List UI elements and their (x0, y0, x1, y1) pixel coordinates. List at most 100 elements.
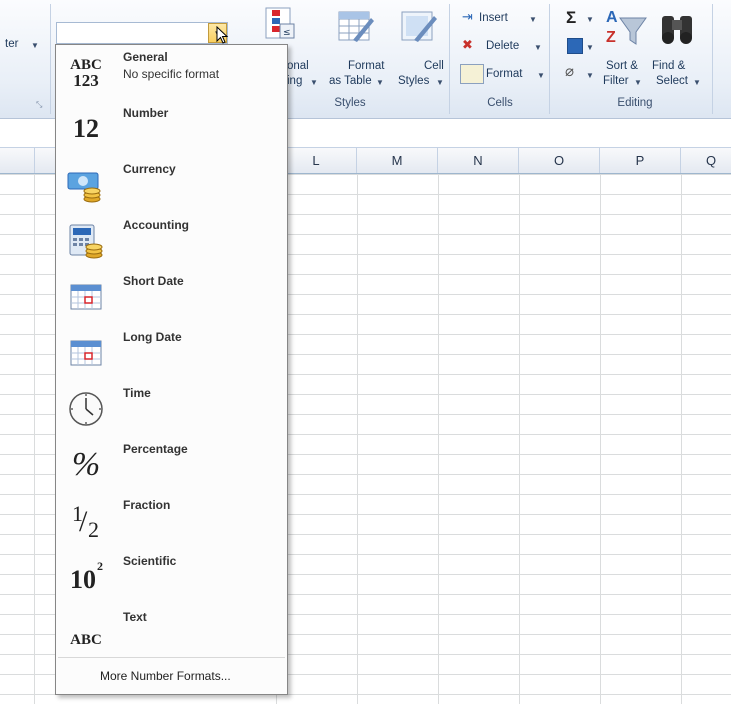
chevron-down-icon: ▼ (586, 43, 594, 52)
conditional-formatting-icon[interactable]: ≤ (262, 6, 296, 40)
menu-item-title: Text (123, 610, 147, 624)
clear-eraser-icon[interactable]: ⌀ (565, 62, 574, 80)
menu-item-title: Long Date (123, 330, 182, 344)
conditional-formatting-label[interactable]: onal (287, 60, 309, 72)
editing-group-label: Editing (617, 97, 653, 109)
number-format-combo[interactable] (56, 22, 228, 44)
abc-text-icon: ABC (62, 609, 110, 657)
delete-label[interactable]: Delete (486, 40, 519, 52)
menu-item-subtitle: No specific format (123, 67, 220, 81)
group-separator (549, 4, 550, 114)
number-12-icon: 12 (62, 105, 110, 153)
format-cells-icon (460, 64, 484, 84)
column-header-p[interactable]: P (600, 148, 681, 173)
menu-item-general[interactable]: ABC 123 General No specific format (56, 45, 287, 101)
chevron-down-icon: ▼ (310, 78, 318, 87)
menu-item-title: Fraction (123, 498, 171, 512)
menu-item-title: Time (123, 386, 151, 400)
insert-cells-icon: ⇥ (462, 9, 473, 24)
chevron-down-icon: ▼ (436, 78, 444, 87)
grid-column-line (600, 174, 601, 704)
cells-group-label: Cells (487, 97, 513, 109)
column-header-blank[interactable] (0, 148, 35, 173)
column-header-m[interactable]: M (357, 148, 438, 173)
menu-item-title: Short Date (123, 274, 184, 288)
menu-separator (58, 657, 285, 658)
format-as-table-label-2[interactable]: as Table (329, 75, 372, 87)
find-select-label[interactable]: Find & (652, 60, 685, 72)
menu-item-title: Scientific (123, 554, 177, 568)
icon-label-percent: % (71, 446, 101, 483)
icon-label-123: 123 (73, 71, 99, 90)
binoculars-icon[interactable] (656, 6, 700, 50)
chevron-down-icon: ▼ (376, 78, 384, 87)
format-as-table-icon[interactable] (335, 6, 375, 46)
more-number-formats-button[interactable]: More Number Formats... (100, 669, 231, 683)
menu-item-percentage[interactable]: % Percentage (56, 437, 287, 493)
icon-label-abc: ABC (70, 631, 102, 648)
dialog-launcher-icon[interactable]: ⤡ (36, 100, 42, 110)
abc-123-icon: ABC 123 (62, 49, 110, 97)
calendar-icon (62, 273, 110, 321)
menu-item-title: General (123, 50, 168, 64)
cell-styles-label[interactable]: Cell (424, 60, 444, 72)
menu-item-fraction[interactable]: 1 / 2 Fraction (56, 493, 287, 549)
menu-item-title: Percentage (123, 442, 188, 456)
icon-label-12: 12 (73, 114, 99, 143)
autosum-icon[interactable]: Σ (566, 8, 576, 28)
scientific-icon: 10 2 (62, 553, 110, 601)
menu-item-short-date[interactable]: Short Date (56, 269, 287, 325)
icon-label-fraction-den: 2 (88, 517, 99, 542)
insert-label[interactable]: Insert (479, 12, 508, 24)
chevron-down-icon: ▼ (529, 15, 537, 24)
number-format-menu: ABC 123 General No specific format 12 Nu… (55, 44, 288, 695)
column-header-n[interactable]: N (438, 148, 519, 173)
menu-item-accounting[interactable]: Accounting (56, 213, 287, 269)
accounting-icon (62, 217, 110, 265)
menu-item-title: Currency (123, 162, 176, 176)
svg-text:A: A (606, 9, 618, 26)
cell-styles-label-2[interactable]: Styles (398, 75, 429, 87)
group-separator (712, 4, 713, 114)
chevron-down-icon: ▼ (586, 71, 594, 80)
chevron-down-icon: ▼ (537, 71, 545, 80)
menu-item-currency[interactable]: Currency (56, 157, 287, 213)
chevron-down-icon: ▼ (693, 78, 701, 87)
sort-filter-icon[interactable]: A Z (604, 4, 648, 50)
menu-item-number[interactable]: 12 Number (56, 101, 287, 157)
column-header-q[interactable]: Q (681, 148, 731, 173)
currency-icon (62, 161, 110, 209)
menu-item-text[interactable]: ABC Text (56, 605, 287, 661)
menu-item-time[interactable]: Time (56, 381, 287, 437)
group-separator (449, 4, 450, 114)
format-as-table-label[interactable]: Format (348, 60, 384, 72)
chevron-down-icon: ▼ (534, 43, 542, 52)
menu-item-title: Accounting (123, 218, 189, 232)
percent-icon: % (62, 441, 110, 489)
svg-text:Z: Z (606, 29, 616, 46)
column-header-o[interactable]: O (519, 148, 600, 173)
grid-column-line (438, 174, 439, 704)
calendar-icon (62, 329, 110, 377)
find-select-label-2[interactable]: Select (656, 75, 688, 87)
sort-filter-label[interactable]: Sort & (606, 60, 638, 72)
grid-column-line (357, 174, 358, 704)
column-header-l[interactable]: L (276, 148, 357, 173)
icon-label-sci-exp: 2 (97, 559, 103, 573)
fill-icon[interactable] (567, 38, 583, 54)
format-label[interactable]: Format (486, 68, 522, 80)
sort-filter-label-2[interactable]: Filter (603, 75, 629, 87)
menu-item-scientific[interactable]: 10 2 Scientific (56, 549, 287, 605)
menu-item-title: Number (123, 106, 169, 120)
cell-styles-icon[interactable] (398, 6, 438, 46)
menu-item-long-date[interactable]: Long Date (56, 325, 287, 381)
partial-ribbon-label[interactable]: ter (5, 38, 18, 50)
fraction-icon: 1 / 2 (62, 497, 110, 545)
conditional-formatting-label-2[interactable]: ing (287, 75, 302, 87)
fraction-slash-icon: / (79, 505, 88, 538)
grid-column-line (519, 174, 520, 704)
svg-text:≤: ≤ (283, 28, 291, 38)
group-separator (50, 4, 51, 114)
icon-label-sci-base: 10 (70, 565, 96, 594)
chevron-down-icon: ▼ (634, 78, 642, 87)
